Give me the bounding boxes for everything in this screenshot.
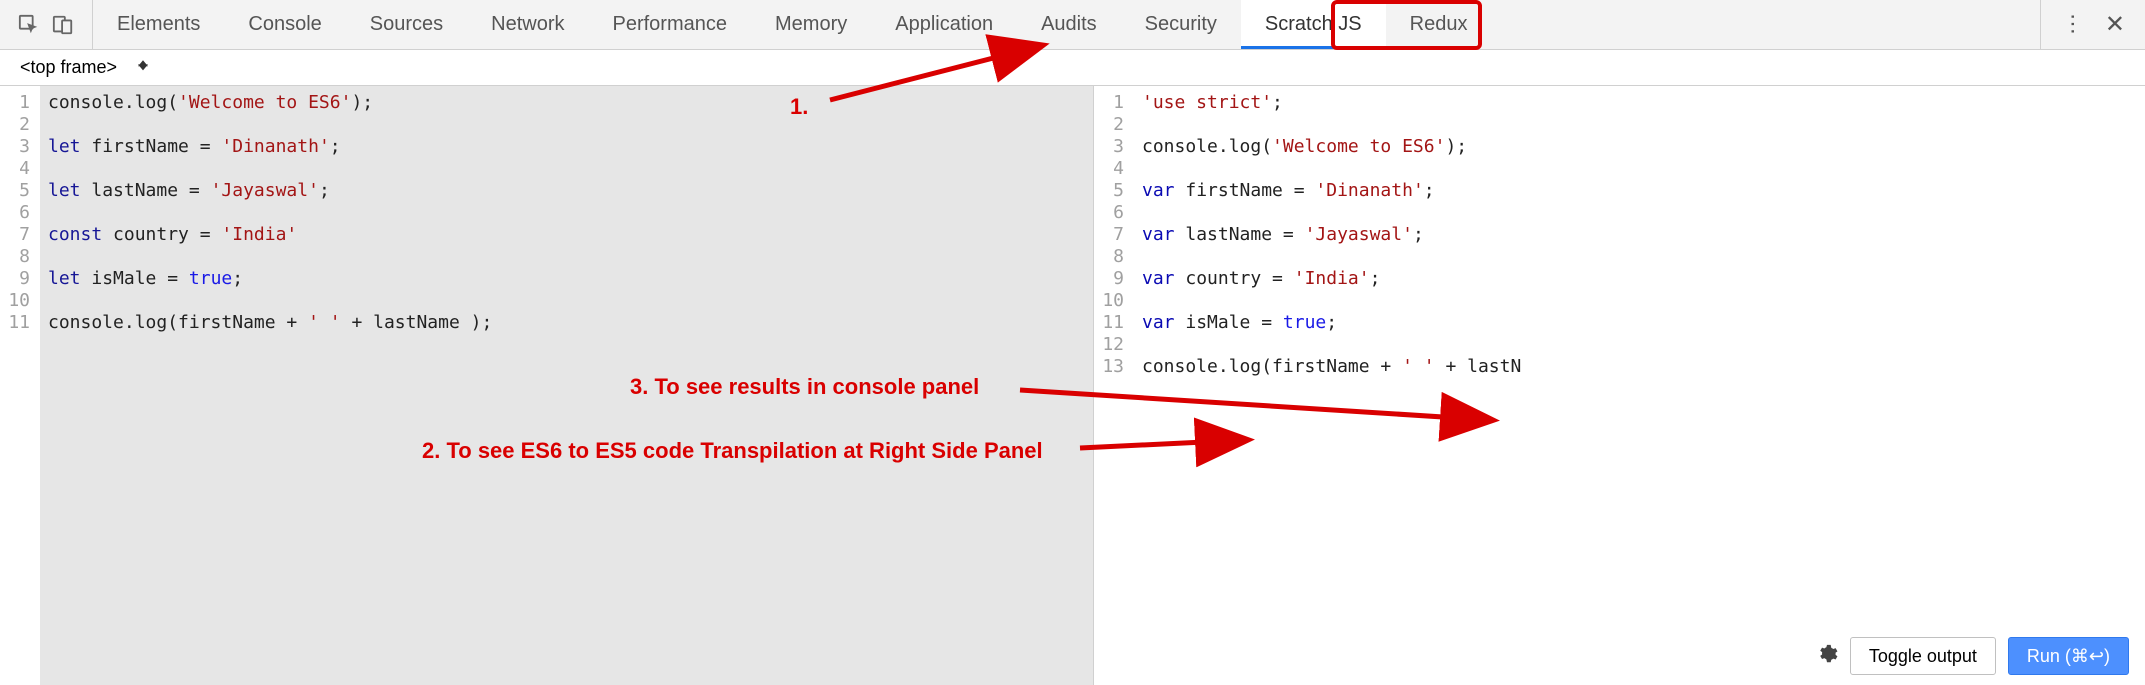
right-code-output: 'use strict'; console.log('Welcome to ES… [1134, 86, 2145, 627]
toolbar-right-icons: ⋯ ✕ [2040, 0, 2145, 49]
toolbar-left-icons [0, 0, 93, 49]
close-icon[interactable]: ✕ [2105, 10, 2125, 39]
bottom-controls: Toggle output Run (⌘↩) [1094, 627, 2145, 685]
toggle-output-button[interactable]: Toggle output [1850, 637, 1996, 675]
tab-sources[interactable]: Sources [346, 0, 467, 49]
main-area: 1234567891011 console.log('Welcome to ES… [0, 86, 2145, 685]
inspect-icon[interactable] [18, 14, 40, 36]
context-select-wrap[interactable]: <top frame> [10, 57, 158, 78]
tab-network[interactable]: Network [467, 0, 588, 49]
right-pane: 12345678910111213 'use strict'; console.… [1094, 86, 2145, 685]
left-code-wrap: 1234567891011 console.log('Welcome to ES… [0, 86, 1093, 685]
more-icon[interactable]: ⋯ [2060, 13, 2086, 37]
devtools-toolbar: ElementsConsoleSourcesNetworkPerformance… [0, 0, 2145, 50]
run-button[interactable]: Run (⌘↩) [2008, 637, 2129, 675]
gear-icon[interactable] [1816, 643, 1838, 670]
left-code-editor[interactable]: console.log('Welcome to ES6'); let first… [40, 86, 1093, 685]
frame-context-select[interactable]: <top frame> [10, 57, 158, 77]
device-toggle-icon[interactable] [52, 14, 74, 36]
left-gutter: 1234567891011 [0, 86, 40, 685]
tab-scratch-js[interactable]: Scratch JS [1241, 0, 1386, 49]
tab-redux[interactable]: Redux [1386, 0, 1492, 49]
tab-console[interactable]: Console [224, 0, 345, 49]
tab-audits[interactable]: Audits [1017, 0, 1121, 49]
tab-memory[interactable]: Memory [751, 0, 871, 49]
tab-elements[interactable]: Elements [93, 0, 224, 49]
left-editor-pane: 1234567891011 console.log('Welcome to ES… [0, 86, 1094, 685]
tab-performance[interactable]: Performance [589, 0, 752, 49]
context-selector-row: <top frame> [0, 50, 2145, 86]
tab-security[interactable]: Security [1121, 0, 1241, 49]
right-code-wrap: 12345678910111213 'use strict'; console.… [1094, 86, 2145, 627]
devtools-tabstrip: ElementsConsoleSourcesNetworkPerformance… [93, 0, 2040, 49]
tab-application[interactable]: Application [871, 0, 1017, 49]
right-gutter: 12345678910111213 [1094, 86, 1134, 627]
